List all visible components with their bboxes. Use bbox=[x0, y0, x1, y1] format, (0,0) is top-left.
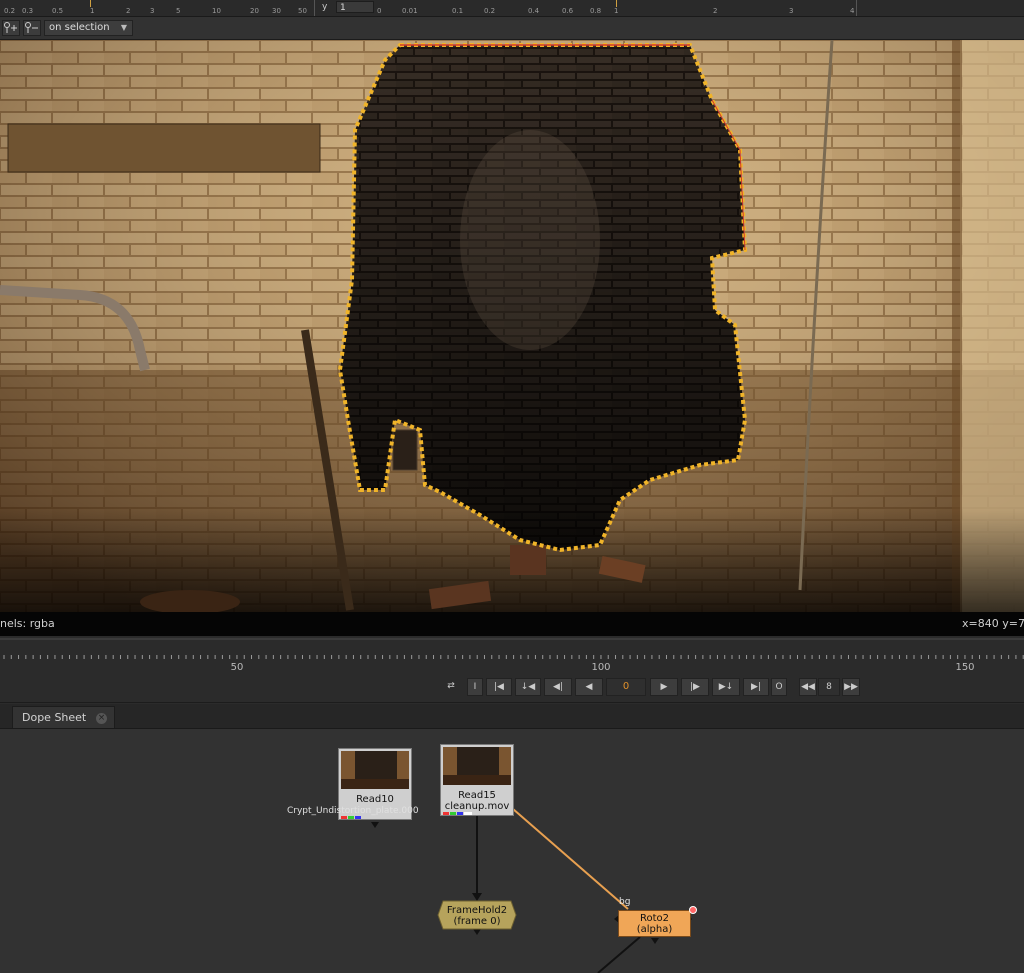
node-name: Read10 bbox=[356, 794, 394, 805]
slider-handle[interactable] bbox=[90, 0, 91, 7]
channel-a bbox=[464, 812, 472, 815]
node-subtitle: (frame 0) bbox=[453, 916, 501, 927]
y-value-field[interactable]: 1 bbox=[336, 1, 374, 13]
slider-tick: 3 bbox=[789, 7, 794, 15]
tab-dope-sheet[interactable]: Dope Sheet × bbox=[12, 706, 115, 728]
out-point-button[interactable]: O bbox=[771, 678, 787, 696]
slider-tick: 30 bbox=[272, 7, 281, 15]
channel-b bbox=[355, 816, 361, 819]
node-indicator-icon bbox=[689, 906, 697, 914]
node-name: Read15 bbox=[458, 790, 496, 801]
bg-input-label: bg bbox=[619, 897, 631, 907]
slider-tick: 50 bbox=[298, 7, 307, 15]
channel-g bbox=[348, 816, 354, 819]
slider-tick: 0.01 bbox=[402, 7, 418, 15]
divider bbox=[314, 0, 315, 16]
close-icon[interactable]: × bbox=[96, 713, 107, 724]
slider-tick: 1 bbox=[90, 7, 95, 15]
roto2-node[interactable]: Roto2 (alpha) bbox=[618, 910, 691, 937]
plate-image bbox=[0, 40, 1024, 612]
slider-tick: 2 bbox=[713, 7, 718, 15]
step-forward-icon[interactable]: |▶ bbox=[681, 678, 709, 696]
slider-tick: 0.3 bbox=[22, 7, 34, 15]
channel-r bbox=[443, 812, 449, 815]
node-graph[interactable]: Read10 Crypt_Undistortion_plate.000 Read… bbox=[0, 729, 1024, 973]
rewind-icon[interactable]: ◀◀ bbox=[799, 678, 817, 696]
in-point-button[interactable]: I bbox=[467, 678, 483, 696]
channel-r bbox=[341, 816, 347, 819]
prev-keyframe-icon[interactable]: ↓◀ bbox=[515, 678, 541, 696]
slider-tick: 0.2 bbox=[484, 7, 496, 15]
pin-add-icon[interactable] bbox=[2, 20, 20, 36]
step-back-icon[interactable]: ◀ bbox=[575, 678, 603, 696]
slider-tick: 5 bbox=[176, 7, 181, 15]
slider-tick: 10 bbox=[212, 7, 221, 15]
channel-g bbox=[450, 812, 456, 815]
slider-tick: 3 bbox=[150, 7, 155, 15]
slider-tick: 20 bbox=[250, 7, 259, 15]
node-name: FrameHold2 bbox=[446, 905, 508, 916]
slider-tick: 0.8 bbox=[590, 7, 602, 15]
play-forward-icon[interactable]: ▶ bbox=[650, 678, 678, 696]
slider-tick: 0.4 bbox=[528, 7, 540, 15]
tab-label: Dope Sheet bbox=[22, 711, 87, 724]
timeline-ruler[interactable]: 50 100 150 bbox=[0, 638, 1024, 678]
read10-filename: Crypt_Undistortion_plate.000 bbox=[287, 806, 419, 816]
timeline-ticks bbox=[3, 655, 1024, 659]
selection-mode-dropdown[interactable]: on selection ▼ bbox=[44, 20, 133, 36]
slider-tick: 1 bbox=[614, 7, 619, 15]
increment-field[interactable]: 8 bbox=[818, 678, 840, 696]
step-back-increment-icon[interactable]: ◀| bbox=[544, 678, 572, 696]
last-frame-icon[interactable]: ▶| bbox=[743, 678, 769, 696]
channel-b bbox=[457, 812, 463, 815]
node-thumbnail bbox=[443, 747, 511, 785]
playback-controls: ⇄ I |◀ ↓◀ ◀| ◀ 0 ▶ |▶ ▶↓ ▶| O ◀◀ 8 ▶▶ bbox=[0, 676, 1024, 703]
panel-tab-bar: Dope Sheet × bbox=[0, 704, 1024, 729]
slider-handle[interactable] bbox=[616, 0, 617, 7]
current-frame-field[interactable]: 0 bbox=[606, 678, 646, 696]
selection-mode-value: on selection bbox=[49, 22, 110, 33]
first-frame-icon[interactable]: |◀ bbox=[486, 678, 512, 696]
channels-label: nels: rgba bbox=[0, 617, 55, 630]
slider-tick: 2 bbox=[126, 7, 131, 15]
fast-forward-icon[interactable]: ▶▶ bbox=[842, 678, 860, 696]
viewer-info-bar: nels: rgba x=840 y=7 bbox=[0, 612, 1024, 636]
timeline-label: 150 bbox=[955, 662, 975, 673]
loop-icon[interactable]: ⇄ bbox=[440, 678, 462, 696]
divider bbox=[856, 0, 857, 16]
coords-readout: x=840 y=7 bbox=[962, 617, 1024, 630]
node-thumbnail bbox=[341, 751, 409, 789]
slider-tick: 0.1 bbox=[452, 7, 464, 15]
viewer-canvas[interactable] bbox=[0, 40, 1024, 612]
parameter-slider-strip[interactable]: 0.2 0.3 0.5 1 2 3 5 10 20 30 50 y 1 0 0.… bbox=[0, 0, 1024, 17]
node-filename: cleanup.mov bbox=[444, 801, 510, 812]
slider-tick: 0.5 bbox=[52, 7, 64, 15]
timeline-label: 100 bbox=[591, 662, 611, 673]
timeline-label: 50 bbox=[230, 662, 244, 673]
y-label: y bbox=[322, 2, 328, 12]
chevron-down-icon: ▼ bbox=[120, 23, 127, 32]
slider-tick: 0 bbox=[377, 7, 382, 15]
node-name: Roto2 bbox=[639, 913, 670, 924]
slider-tick: 0.6 bbox=[562, 7, 574, 15]
read15-node[interactable]: Read15 cleanup.mov bbox=[440, 744, 514, 816]
next-keyframe-icon[interactable]: ▶↓ bbox=[712, 678, 740, 696]
node-subtitle: (alpha) bbox=[636, 924, 673, 935]
viewer-toolbar: on selection ▼ bbox=[0, 17, 1024, 40]
slider-tick: 4 bbox=[850, 7, 855, 15]
pin-remove-icon[interactable] bbox=[23, 20, 41, 36]
slider-tick: 0.2 bbox=[4, 7, 16, 15]
